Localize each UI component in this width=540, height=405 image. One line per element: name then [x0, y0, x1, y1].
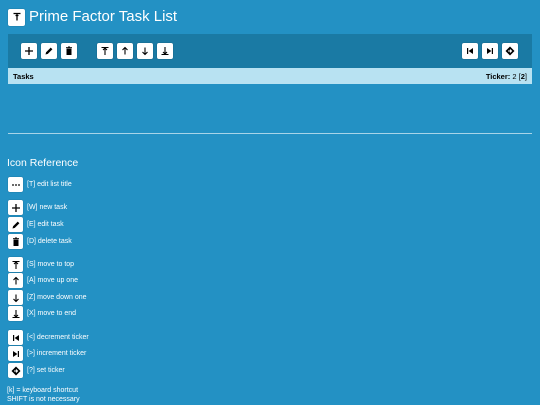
reference-text: [X] move to end	[27, 310, 77, 317]
reference-item: [W] new task	[8, 200, 67, 215]
move-end-icon	[8, 306, 23, 321]
ticker-display: Ticker: 2 [2]	[486, 72, 527, 81]
delete-task-button[interactable]	[61, 43, 77, 59]
move-to-end-button[interactable]	[157, 43, 173, 59]
reference-item: [D] delete task	[8, 234, 72, 249]
decrement-ticker-button[interactable]	[462, 43, 478, 59]
ellipsis-icon	[8, 177, 23, 192]
reference-item: [Z] move down one	[8, 290, 87, 305]
move-up-button[interactable]	[117, 43, 133, 59]
reference-text: [<] decrement ticker	[27, 334, 89, 341]
new-task-button[interactable]	[21, 43, 37, 59]
move-to-top-button[interactable]	[97, 43, 113, 59]
trash-icon	[8, 234, 23, 249]
ticker-bracket-close: ]	[524, 72, 527, 81]
skip-back-icon	[8, 330, 23, 345]
reference-item: [T] edit list title	[8, 177, 72, 192]
reference-text: [T] edit list title	[27, 181, 72, 188]
edit-task-button[interactable]	[41, 43, 57, 59]
reference-text: [?] set ticker	[27, 367, 65, 374]
arrow-up-icon	[8, 273, 23, 288]
reference-text: [A] move up one	[27, 277, 78, 284]
toolbar	[8, 34, 532, 68]
diamond-icon	[8, 363, 23, 378]
icon-reference-heading: Icon Reference	[7, 157, 79, 169]
ticker-label: Ticker:	[485, 72, 511, 81]
app-title: Prime Factor Task List	[29, 8, 178, 25]
tasks-label: Tasks	[13, 72, 34, 81]
tasks-header: Tasks Ticker: 2 [2]	[8, 68, 532, 84]
plus-icon	[8, 200, 23, 215]
arrow-down-icon	[8, 290, 23, 305]
edit-title-icon[interactable]	[8, 8, 25, 26]
reference-text: [Z] move down one	[27, 294, 87, 301]
move-down-button[interactable]	[137, 43, 153, 59]
reference-text: [W] new task	[27, 204, 68, 211]
ticker-value: 2	[512, 72, 517, 81]
divider	[8, 133, 532, 134]
reference-item: [>] increment ticker	[8, 346, 86, 361]
reference-item: [A] move up one	[8, 273, 78, 288]
reference-item: [<] decrement ticker	[8, 330, 89, 345]
shortcut-notes: [k] = keyboard shortcut SHIFT is not nec…	[7, 386, 80, 404]
set-ticker-button[interactable]	[502, 43, 518, 59]
move-top-icon	[8, 257, 23, 272]
pencil-icon	[8, 217, 23, 232]
reference-item: [E] edit task	[8, 217, 64, 232]
reference-item: [S] move to top	[8, 257, 74, 272]
reference-item: [?] set ticker	[8, 363, 65, 378]
reference-text: [S] move to top	[27, 261, 75, 268]
note-shortcut: [k] = keyboard shortcut	[7, 387, 79, 394]
reference-text: [E] edit task	[27, 221, 64, 228]
title-row: Prime Factor Task List	[8, 7, 177, 27]
reference-item: [X] move to end	[8, 306, 76, 321]
reference-text: [>] increment ticker	[27, 350, 87, 357]
skip-forward-icon	[8, 346, 23, 361]
note-shift: SHIFT is not necessary	[7, 396, 80, 403]
reference-text: [D] delete task	[27, 238, 72, 245]
increment-ticker-button[interactable]	[482, 43, 498, 59]
